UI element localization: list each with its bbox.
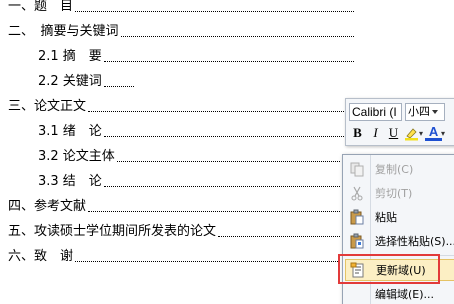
mini-toolbar: Calibri (I 小四 B I U ▾ A ▾: [345, 98, 454, 146]
italic-button[interactable]: I: [367, 124, 384, 142]
bold-button[interactable]: B: [349, 124, 366, 142]
toc-entry: 六、致 谢: [8, 245, 340, 265]
toc-entry: 2.1 摘 要: [38, 45, 354, 65]
toc-entry-text: 3.2 论文主体: [38, 149, 116, 165]
font-name-value: Calibri (I: [352, 105, 397, 119]
toc-entry-text: 2.2 关键词: [38, 74, 103, 90]
edit-field-icon: [346, 285, 368, 303]
context-menu: 复制(C) 剪切(T) 粘贴 选择性粘贴(S)... 更新域(U) 编辑域(E)…: [342, 154, 454, 304]
menu-separator: [373, 255, 454, 256]
menu-item-label: 更新域(U): [376, 264, 426, 277]
paste-special-icon: [346, 232, 368, 250]
toc-leader: [88, 211, 340, 212]
toc-entry-text: 四、参考文献: [8, 199, 88, 215]
menu-item-label: 选择性粘贴(S)...: [375, 235, 454, 248]
menu-item-copy[interactable]: 复制(C): [345, 158, 454, 180]
chevron-down-icon[interactable]: ▾: [419, 129, 423, 138]
menu-item-update-field[interactable]: 更新域(U): [345, 259, 454, 281]
toc-entry: 三、论文正文: [8, 95, 344, 115]
toc-leader: [103, 136, 344, 137]
toc-leader: [103, 61, 354, 62]
chevron-down-icon: [432, 110, 438, 114]
toc-entry: 一、题 目: [8, 0, 354, 15]
toc-entry-text: 3.3 结 论: [38, 174, 103, 190]
toc-entry: 3.3 结 论: [38, 170, 340, 190]
toc-entry-text: 三、论文正文: [8, 99, 88, 115]
font-name-dropdown[interactable]: Calibri (I: [349, 103, 402, 121]
toc-leader: [103, 186, 340, 187]
toc-leader: [103, 86, 134, 87]
toc-entry: 2.2 关键词: [38, 70, 134, 90]
toc-entry: 3.1 绪 论: [38, 120, 344, 140]
menu-item-edit-field[interactable]: 编辑域(E)...: [345, 283, 454, 304]
toc-entry-text: 一、题 目: [8, 0, 75, 15]
toc-entry-text: 五、攻读硕士学位期间所发表的论文: [8, 224, 218, 240]
menu-item-label: 复制(C): [375, 163, 414, 176]
menu-item-label: 粘贴: [375, 211, 397, 224]
underline-button[interactable]: U: [385, 124, 402, 142]
copy-icon: [346, 160, 368, 178]
toc-entry: 五、攻读硕士学位期间所发表的论文: [8, 220, 340, 240]
highlight-color-button[interactable]: [403, 124, 420, 142]
menu-item-cut[interactable]: 剪切(T): [345, 182, 454, 204]
toc-leader: [75, 11, 354, 12]
mini-toolbar-row-format: B I U ▾ A ▾: [349, 123, 447, 143]
cut-icon: [346, 184, 368, 202]
font-color-button[interactable]: A: [425, 125, 443, 141]
menu-item-label: 编辑域(E)...: [375, 288, 435, 301]
toc-entry: 二、 摘要与关键词: [8, 20, 354, 40]
toc-entry-text: 六、致 谢: [8, 249, 75, 265]
font-size-dropdown[interactable]: 小四: [405, 103, 445, 121]
toc-entry-text: 二、 摘要与关键词: [8, 24, 120, 40]
toc-leader: [120, 36, 354, 37]
highlighter-icon: [405, 127, 418, 140]
paste-icon: [346, 208, 368, 226]
toc-entry: 3.2 论文主体: [38, 145, 340, 165]
chevron-down-icon[interactable]: ▾: [441, 129, 445, 138]
toc-entry-text: 2.1 摘 要: [38, 49, 103, 65]
toc-leader: [218, 236, 340, 237]
font-size-value: 小四: [408, 105, 430, 118]
toc-leader: [75, 261, 340, 262]
toc-leader: [116, 161, 340, 162]
mini-toolbar-row-font: Calibri (I 小四: [349, 102, 445, 122]
update-field-icon: [347, 261, 369, 279]
menu-item-paste[interactable]: 粘贴: [345, 206, 454, 228]
toc-leader: [88, 111, 344, 112]
menu-item-label: 剪切(T): [375, 187, 413, 200]
menu-item-paste-special[interactable]: 选择性粘贴(S)...: [345, 230, 454, 252]
toc-entry-text: 3.1 绪 论: [38, 124, 103, 140]
toc-entry: 四、参考文献: [8, 195, 340, 215]
